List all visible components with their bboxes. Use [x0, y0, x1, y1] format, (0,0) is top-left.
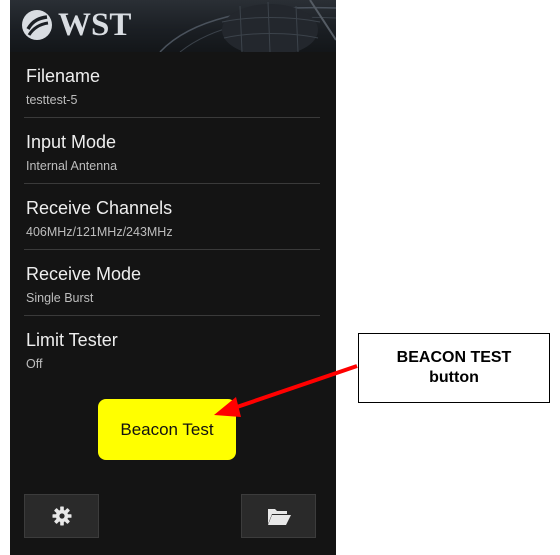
setting-value: 406MHz/121MHz/243MHz: [26, 225, 173, 239]
setting-filename[interactable]: Filename testtest-5: [10, 52, 336, 118]
app-logo: WST: [20, 8, 131, 42]
setting-title: Limit Tester: [26, 330, 118, 350]
setting-title: Receive Mode: [26, 264, 142, 284]
setting-value: Internal Antenna: [26, 159, 118, 173]
setting-input-mode[interactable]: Input Mode Internal Antenna: [10, 118, 336, 184]
setting-receive-mode[interactable]: Receive Mode Single Burst: [10, 250, 336, 316]
app-screen: WST Filename testtest-5 Input Mode Inter…: [10, 0, 336, 555]
open-folder-button[interactable]: [241, 494, 316, 538]
callout-line-1: BEACON TEST: [396, 349, 512, 366]
beacon-test-button[interactable]: Beacon Test: [98, 399, 236, 460]
wst-logo-icon: [22, 10, 52, 40]
setting-value: testtest-5: [26, 93, 78, 107]
app-header: WST: [10, 0, 336, 52]
folder-open-icon: [267, 509, 291, 525]
setting-receive-channels[interactable]: Receive Channels 406MHz/121MHz/243MHz: [10, 184, 336, 250]
settings-button[interactable]: [24, 494, 99, 538]
setting-title: Filename: [26, 66, 101, 86]
gear-icon: [52, 506, 71, 526]
callout-line-2: button: [429, 369, 479, 386]
setting-limit-tester[interactable]: Limit Tester Off: [10, 316, 336, 382]
bottom-action-bar: [10, 488, 336, 555]
setting-value: Single Burst: [26, 291, 94, 305]
setting-title: Input Mode: [26, 132, 117, 152]
settings-list: Filename testtest-5 Input Mode Internal …: [10, 52, 336, 382]
logo-text: WST: [58, 7, 132, 43]
annotation-callout: BEACON TEST button: [358, 333, 550, 403]
setting-title: Receive Channels: [26, 198, 173, 218]
setting-value: Off: [26, 357, 43, 371]
